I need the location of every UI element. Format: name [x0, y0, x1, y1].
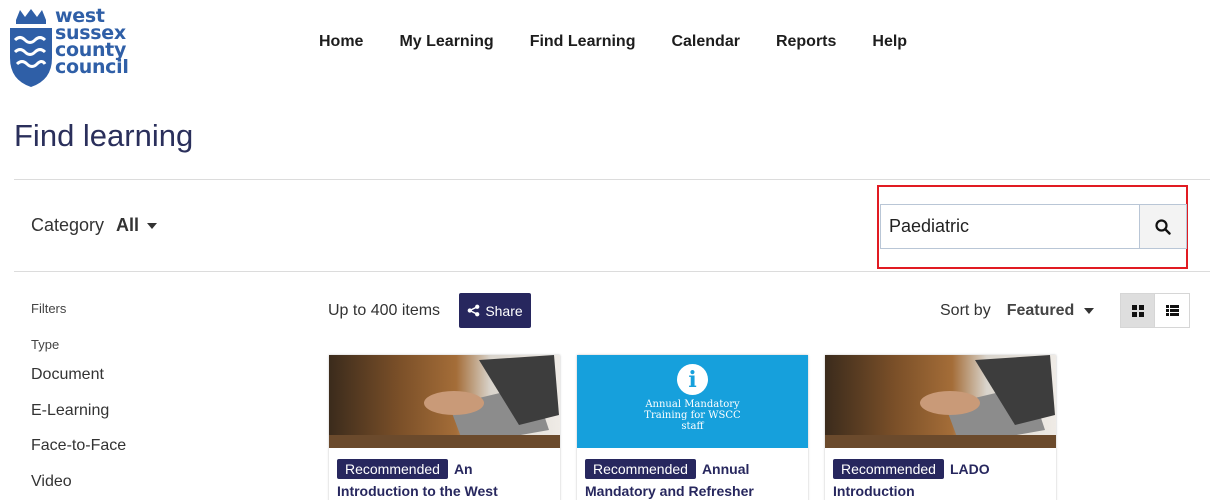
share-button[interactable]: Share	[459, 293, 531, 328]
nav-help[interactable]: Help	[872, 33, 907, 51]
main-nav: Home My Learning Find Learning Calendar …	[319, 33, 943, 51]
nav-calendar[interactable]: Calendar	[671, 33, 739, 51]
grid-view-button[interactable]	[1120, 293, 1155, 328]
logo-wordmark: west sussex county council	[55, 7, 129, 78]
page-title: Find learning	[14, 118, 194, 153]
filter-type-face-to-face[interactable]: Face-to-Face	[31, 437, 126, 473]
divider	[14, 179, 1210, 180]
chevron-down-icon	[147, 222, 158, 229]
card-image-laptop	[329, 355, 560, 448]
card-image-info: i Annual Mandatory Training for WSCC sta…	[577, 355, 808, 448]
recommended-badge: Recommended	[585, 459, 696, 479]
nav-my-learning[interactable]: My Learning	[399, 33, 493, 51]
results-count: Up to 400 items	[328, 302, 441, 319]
laptop-photo-icon	[825, 355, 1056, 448]
type-heading: Type	[31, 337, 60, 352]
list-view-button[interactable]	[1155, 293, 1190, 328]
share-label: Share	[485, 302, 523, 319]
chevron-down-icon	[1084, 308, 1095, 314]
search-button[interactable]	[1139, 204, 1187, 249]
nav-find-learning[interactable]: Find Learning	[530, 33, 636, 51]
recommended-badge: Recommended	[337, 459, 448, 479]
course-card[interactable]: i Annual Mandatory Training for WSCC sta…	[577, 355, 808, 500]
nav-reports[interactable]: Reports	[776, 33, 836, 51]
nav-home[interactable]: Home	[319, 33, 363, 51]
card-body: Recommended LADO Introduction	[825, 448, 1056, 500]
laptop-photo-icon	[329, 355, 560, 448]
sort-label: Sort by	[940, 302, 991, 319]
council-logo[interactable]: west sussex county council	[8, 6, 138, 88]
card-image-caption: Annual Mandatory Training for WSCC staff	[644, 399, 741, 432]
category-dropdown[interactable]: Category All	[31, 215, 158, 236]
logo-line: council	[55, 56, 129, 78]
view-toggle	[1120, 293, 1190, 328]
filter-type-document[interactable]: Document	[31, 366, 126, 402]
filter-type-e-learning[interactable]: E-Learning	[31, 402, 126, 438]
sort-value[interactable]: Featured	[1007, 302, 1075, 320]
card-body: Recommended Annual Mandatory and Refreshe…	[577, 448, 808, 500]
course-card[interactable]: Recommended An Introduction to the West	[329, 355, 560, 500]
course-card[interactable]: Recommended LADO Introduction	[825, 355, 1056, 500]
results-grid: Recommended An Introduction to the West i…	[329, 355, 1073, 500]
filter-type-video[interactable]: Video	[31, 473, 126, 500]
card-image-laptop	[825, 355, 1056, 448]
crown-shield-icon	[10, 9, 52, 87]
info-icon: i	[677, 364, 708, 395]
card-body: Recommended An Introduction to the West	[329, 448, 560, 500]
category-value[interactable]: All	[116, 215, 139, 236]
grid-icon	[1131, 304, 1144, 317]
divider	[14, 271, 1210, 272]
recommended-badge: Recommended	[833, 459, 944, 479]
filters-heading: Filters	[31, 301, 67, 316]
sort-control[interactable]: Sort by Featured	[940, 302, 1095, 320]
list-icon	[1165, 305, 1179, 316]
category-label: Category	[31, 215, 105, 235]
search-icon	[1155, 218, 1171, 235]
type-filter-list: Document E-Learning Face-to-Face Video	[31, 366, 126, 500]
search-input[interactable]	[880, 204, 1139, 249]
share-icon	[467, 304, 480, 317]
